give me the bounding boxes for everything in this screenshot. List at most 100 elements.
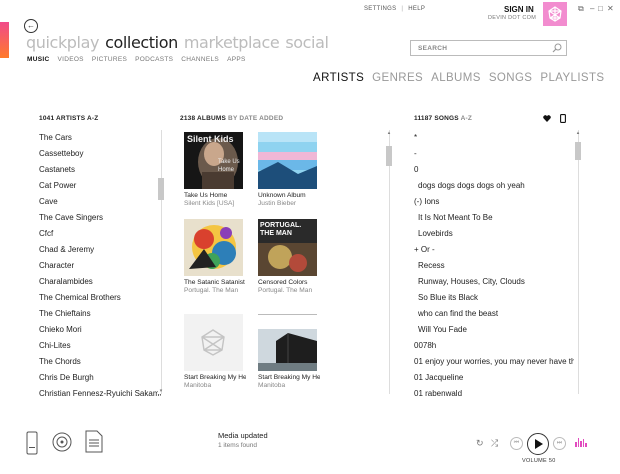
song-item[interactable]: dogs dogs dogs dogs oh yeah [414, 178, 574, 194]
nav-quickplay[interactable]: quickplay [26, 33, 99, 52]
play-icon [534, 439, 543, 449]
artist-item[interactable]: The Cars [39, 130, 161, 146]
sign-in-link[interactable]: SIGN IN [504, 5, 534, 14]
artist-item[interactable]: The Chords [39, 354, 161, 370]
song-item[interactable]: It Is Not Meant To Be [414, 210, 574, 226]
maximize-icon[interactable]: □ [598, 4, 603, 13]
nav-collection[interactable]: collection [105, 33, 178, 52]
artist-item[interactable]: Character [39, 258, 161, 274]
heart-icon[interactable] [543, 115, 551, 122]
main-nav: quickplay collection marketplace social [26, 33, 335, 53]
artist-item[interactable]: Chieko Mori [39, 322, 161, 338]
artists-scrollbar[interactable]: ▾ [158, 130, 164, 394]
scroll-up-icon[interactable]: ▴ [575, 130, 581, 136]
phone-icon[interactable] [560, 114, 566, 123]
song-item[interactable]: Will You Fade [414, 322, 574, 338]
pivot-playlists[interactable]: PLAYLISTS [540, 72, 604, 84]
song-item[interactable]: 01 Jacqueline [414, 370, 574, 386]
album-cover: PORTUGAL. THE MAN [258, 219, 317, 276]
song-item[interactable]: 01 rabenwald [414, 386, 574, 402]
album-cover-text: Silent Kids [187, 134, 234, 144]
artist-item[interactable]: Chi-Lites [39, 338, 161, 354]
artist-item[interactable]: Christian Fennesz-Ryuichi Sakamoto [39, 386, 161, 402]
close-icon[interactable]: ✕ [607, 4, 614, 13]
song-item[interactable]: 0078h [414, 338, 574, 354]
minimize-icon[interactable]: – [590, 4, 594, 13]
artist-item[interactable]: Cassetteboy [39, 146, 161, 162]
next-button[interactable]: ⏭ [553, 437, 566, 450]
document-icon[interactable] [85, 430, 103, 453]
artist-item[interactable]: Chris De Burgh [39, 370, 161, 386]
settings-link[interactable]: SETTINGS [364, 6, 396, 12]
album-tile[interactable]: The Satanic Satanist Portugal. The Man [184, 219, 246, 294]
minimize-compact-icon[interactable]: ⧉ [578, 4, 584, 14]
search-placeholder: SEARCH [418, 45, 448, 52]
song-item[interactable]: Runway, Houses, City, Clouds [414, 274, 574, 290]
album-tile[interactable]: PORTUGAL. THE MAN Censored Colors Portug… [258, 219, 320, 294]
albums-scrollbar[interactable]: ▴ [386, 130, 392, 394]
song-item[interactable]: - [414, 146, 574, 162]
previous-icon: ⏮ [513, 440, 520, 446]
equalizer-icon[interactable] [575, 438, 587, 447]
back-button[interactable]: ← [24, 19, 38, 33]
album-tile[interactable]: Unknown Album Justin Bieber [258, 132, 320, 207]
device-icon[interactable] [26, 431, 38, 455]
songs-scroll-thumb[interactable] [575, 142, 581, 160]
scroll-up-icon[interactable]: ▴ [386, 130, 392, 136]
artist-item[interactable]: The Chieftains [39, 306, 161, 322]
artists-scroll-thumb[interactable] [158, 178, 164, 200]
songs-sort[interactable]: A-Z [461, 115, 472, 122]
song-item[interactable]: 0 [414, 162, 574, 178]
pivot-songs[interactable]: SONGS [489, 72, 533, 84]
albums-scroll-thumb[interactable] [386, 146, 392, 166]
song-item[interactable]: So Blue its Black [414, 290, 574, 306]
songs-count: 11187 SONGS [414, 115, 459, 122]
avatar[interactable] [543, 2, 567, 26]
song-item[interactable]: (-) Ions [414, 194, 574, 210]
album-artist: Manitoba [258, 382, 286, 389]
play-button[interactable] [527, 433, 549, 455]
subnav-music[interactable]: MUSIC [27, 56, 49, 63]
shuffle-icon[interactable]: ⤮ [491, 438, 498, 449]
status-title: Media updated [218, 431, 268, 440]
disc-icon[interactable] [52, 432, 72, 452]
nav-marketplace[interactable]: marketplace [184, 33, 280, 52]
search-input[interactable]: SEARCH [410, 40, 567, 56]
artist-item[interactable]: Castanets [39, 162, 161, 178]
repeat-icon[interactable]: ↻ [476, 438, 484, 449]
artist-item[interactable]: The Cave Singers [39, 210, 161, 226]
song-item[interactable]: + Or - [414, 242, 574, 258]
nav-social[interactable]: social [285, 33, 329, 52]
subnav-videos[interactable]: VIDEOS [57, 56, 83, 63]
artist-item[interactable]: Charalambides [39, 274, 161, 290]
artist-item[interactable]: Chad & Jeremy [39, 242, 161, 258]
albums-sort[interactable]: BY DATE ADDED [228, 115, 283, 122]
subnav-channels[interactable]: CHANNELS [181, 56, 219, 63]
song-item[interactable]: 01 enjoy your worries, you may never hav… [414, 354, 574, 370]
search-icon[interactable] [552, 43, 562, 53]
pivot-albums[interactable]: ALBUMS [431, 72, 481, 84]
album-cover [258, 329, 317, 371]
subnav-podcasts[interactable]: PODCASTS [135, 56, 173, 63]
subnav-apps[interactable]: APPS [227, 56, 246, 63]
subnav-pictures[interactable]: PICTURES [92, 56, 127, 63]
artist-item[interactable]: Cave [39, 194, 161, 210]
song-item[interactable]: * [414, 130, 574, 146]
artist-item[interactable]: Cat Power [39, 178, 161, 194]
songs-scrollbar[interactable]: ▴ [575, 130, 581, 394]
album-tile[interactable]: Silent Kids Take Us Home Take Us Home Si… [184, 132, 246, 207]
volume-label[interactable]: VOLUME 50 [522, 458, 556, 464]
pivot-genres[interactable]: GENRES [372, 72, 423, 84]
pivot-artists[interactable]: ARTISTS [313, 72, 364, 84]
album-tile[interactable]: Start Breaking My Heart Manitoba [258, 314, 320, 389]
artists-sort[interactable]: A-Z [87, 115, 98, 122]
artist-item[interactable]: The Chemical Brothers [39, 290, 161, 306]
previous-button[interactable]: ⏮ [510, 437, 523, 450]
help-link[interactable]: HELP [408, 6, 425, 12]
song-item[interactable]: Recess [414, 258, 574, 274]
scroll-down-icon[interactable]: ▾ [158, 388, 164, 394]
artist-item[interactable]: Cfcf [39, 226, 161, 242]
song-item[interactable]: who can find the beast [414, 306, 574, 322]
album-tile[interactable]: Start Breaking My Heart Manitoba [184, 314, 246, 389]
song-item[interactable]: Lovebirds [414, 226, 574, 242]
